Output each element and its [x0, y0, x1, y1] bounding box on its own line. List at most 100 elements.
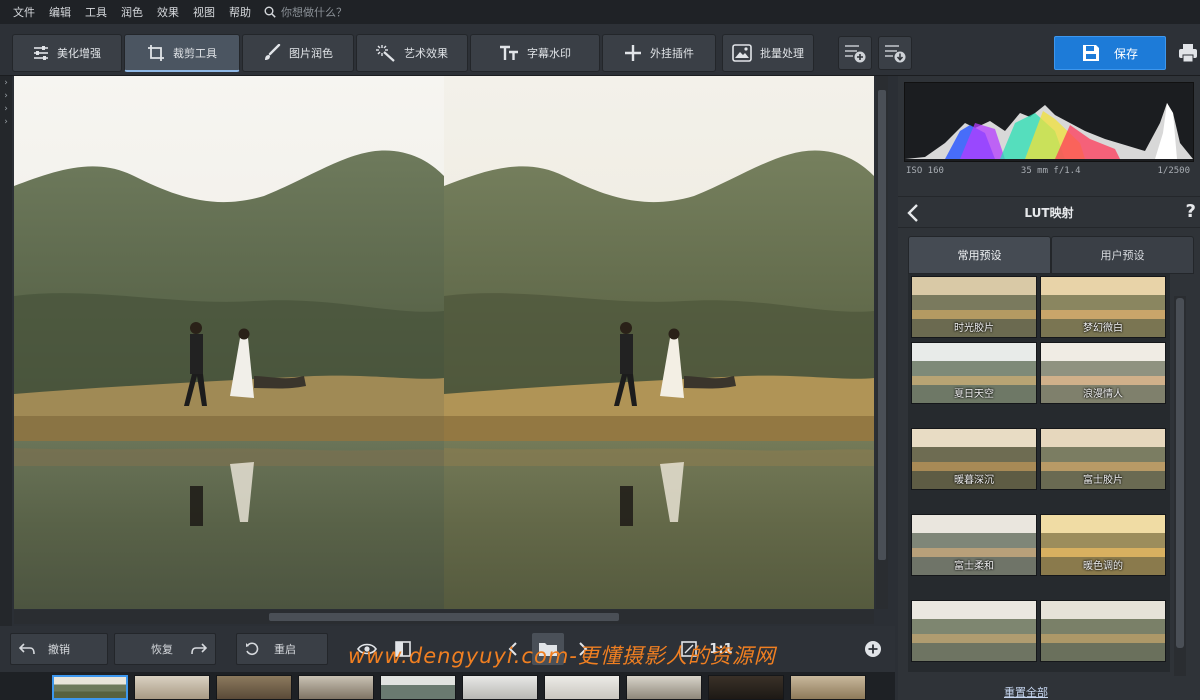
filmstrip-thumb[interactable] — [462, 675, 538, 700]
preset-thumb[interactable]: 富士柔和 — [911, 514, 1037, 576]
search-icon — [264, 6, 276, 18]
preset-label: 富士柔和 — [954, 561, 994, 572]
tab-enhance[interactable]: 美化增强 — [12, 34, 122, 72]
preset-thumb[interactable]: 暖色调的 — [1040, 514, 1166, 576]
tab-label: 字幕水印 — [527, 47, 571, 60]
redo-button[interactable]: 恢复 — [114, 633, 216, 665]
menu-retouch[interactable]: 润色 — [114, 4, 150, 20]
canvas-horizontal-scrollbar[interactable] — [14, 610, 874, 624]
photo-after — [444, 76, 874, 609]
filmstrip-thumb[interactable] — [544, 675, 620, 700]
undo-button[interactable]: 撤销 — [10, 633, 108, 665]
import-settings-button[interactable] — [838, 36, 872, 70]
export-settings-button[interactable] — [878, 36, 912, 70]
tab-crop[interactable]: 裁剪工具 — [124, 34, 240, 72]
redo-icon — [191, 643, 207, 655]
save-button[interactable]: 保存 — [1054, 36, 1166, 70]
preset-scrollbar[interactable] — [1174, 296, 1186, 676]
help-icon[interactable]: ? — [1186, 201, 1196, 222]
printer-icon — [1179, 44, 1197, 63]
revert-label: 重启 — [274, 643, 296, 656]
preset-label: 梦幻微白 — [1083, 323, 1123, 334]
print-button[interactable] — [1176, 36, 1200, 70]
tab-label: 美化增强 — [57, 47, 101, 60]
revert-button[interactable]: 重启 — [236, 633, 328, 665]
tab-label: 艺术效果 — [404, 47, 448, 60]
plus-icon — [625, 45, 641, 61]
scrollbar-thumb[interactable] — [878, 90, 886, 560]
left-collapse-strip[interactable]: › › › › — [0, 76, 12, 626]
preset-thumb[interactable] — [911, 600, 1037, 662]
menu-search[interactable]: 你想做什么？ — [264, 4, 347, 20]
preset-thumb[interactable]: 梦幻微白 — [1040, 276, 1166, 338]
back-arrow-icon[interactable] — [906, 203, 920, 223]
scrollbar-thumb[interactable] — [269, 613, 619, 621]
zoom-in-icon — [865, 641, 881, 657]
main-toolbar: 美化增强 裁剪工具 图片润色 艺术效果 字幕水印 外挂插件 批量处理 保存 — [0, 24, 1200, 76]
filmstrip-thumb[interactable] — [52, 675, 128, 700]
tab-label: 批量处理 — [760, 47, 804, 60]
preset-thumb[interactable] — [1040, 600, 1166, 662]
menu-help[interactable]: 帮助 — [222, 4, 258, 20]
magic-wand-icon — [376, 45, 395, 62]
preset-label: 暖色调的 — [1083, 561, 1123, 572]
filmstrip-thumb[interactable] — [380, 675, 456, 700]
undo-icon — [19, 643, 35, 655]
tab-label: 外挂插件 — [650, 47, 694, 60]
brush-icon — [265, 44, 281, 60]
photo-before — [14, 76, 444, 609]
menu-tools[interactable]: 工具 — [78, 4, 114, 20]
preset-thumb[interactable]: 夏日天空 — [911, 342, 1037, 404]
preset-thumb[interactable]: 富士胶片 — [1040, 428, 1166, 490]
tab-plugins[interactable]: 外挂插件 — [602, 34, 716, 72]
preset-label: 时光胶片 — [954, 323, 994, 334]
tab-caption-watermark[interactable]: 字幕水印 — [470, 34, 600, 72]
menu-effects[interactable]: 效果 — [150, 4, 186, 20]
menu-file[interactable]: 文件 — [6, 4, 42, 20]
menu-view[interactable]: 视图 — [186, 4, 222, 20]
tab-retouch[interactable]: 图片润色 — [242, 34, 354, 72]
chevron-right-icon[interactable]: › — [0, 90, 12, 102]
filmstrip-thumb[interactable] — [626, 675, 702, 700]
filmstrip-thumb[interactable] — [790, 675, 866, 700]
sliders-icon — [34, 46, 48, 60]
preset-thumb[interactable]: 暖暮深沉 — [911, 428, 1037, 490]
preset-grid: 时光胶片 梦幻微白 夏日天空 浪漫情人 暖暮深沉 富士胶片 富士柔和 暖色调的 — [908, 274, 1170, 672]
preset-thumb[interactable]: 浪漫情人 — [1040, 342, 1166, 404]
crop-icon — [148, 44, 164, 61]
canvas-vertical-scrollbar[interactable] — [876, 76, 888, 609]
settings-add-icon — [845, 45, 866, 63]
filmstrip-thumb[interactable] — [216, 675, 292, 700]
tab-user-presets[interactable]: 用户预设 — [1051, 236, 1194, 274]
scrollbar-thumb[interactable] — [1176, 298, 1184, 648]
tab-art-effects[interactable]: 艺术效果 — [356, 34, 468, 72]
panel-header: LUT映射 ? — [898, 196, 1200, 228]
images-icon — [732, 44, 752, 62]
exif-lens: 35 mm f/1.4 — [1020, 166, 1081, 176]
preset-thumb[interactable]: 时光胶片 — [911, 276, 1037, 338]
reset-all-link[interactable]: 重置全部 — [1004, 684, 1048, 700]
right-panel: ISO 160 35 mm f/1.4 1/2500 LUT映射 ? 常用预设 … — [898, 76, 1200, 700]
preset-label: 暖暮深沉 — [954, 475, 994, 486]
zoom-in-button[interactable] — [860, 636, 886, 662]
filmstrip-thumb[interactable] — [708, 675, 784, 700]
photo-canvas[interactable] — [14, 76, 874, 609]
preset-label: 夏日天空 — [954, 389, 994, 400]
preset-label: 浪漫情人 — [1083, 389, 1123, 400]
chevron-right-icon[interactable]: › — [0, 77, 12, 89]
preset-label: 富士胶片 — [1083, 475, 1123, 486]
photo-after-image — [444, 76, 874, 609]
histogram — [904, 82, 1194, 162]
settings-download-icon — [885, 45, 906, 63]
photo-before-image — [14, 76, 444, 609]
tab-common-presets[interactable]: 常用预设 — [908, 236, 1051, 274]
undo-label: 撤销 — [48, 643, 70, 656]
exif-info: ISO 160 35 mm f/1.4 1/2500 — [906, 166, 1196, 180]
filmstrip-thumb[interactable] — [298, 675, 374, 700]
menu-edit[interactable]: 编辑 — [42, 4, 78, 20]
filmstrip-thumb[interactable] — [134, 675, 210, 700]
chevron-right-icon[interactable]: › — [0, 103, 12, 115]
chevron-right-icon[interactable]: › — [0, 116, 12, 128]
tab-batch[interactable]: 批量处理 — [722, 34, 814, 72]
save-label: 保存 — [1113, 46, 1138, 61]
